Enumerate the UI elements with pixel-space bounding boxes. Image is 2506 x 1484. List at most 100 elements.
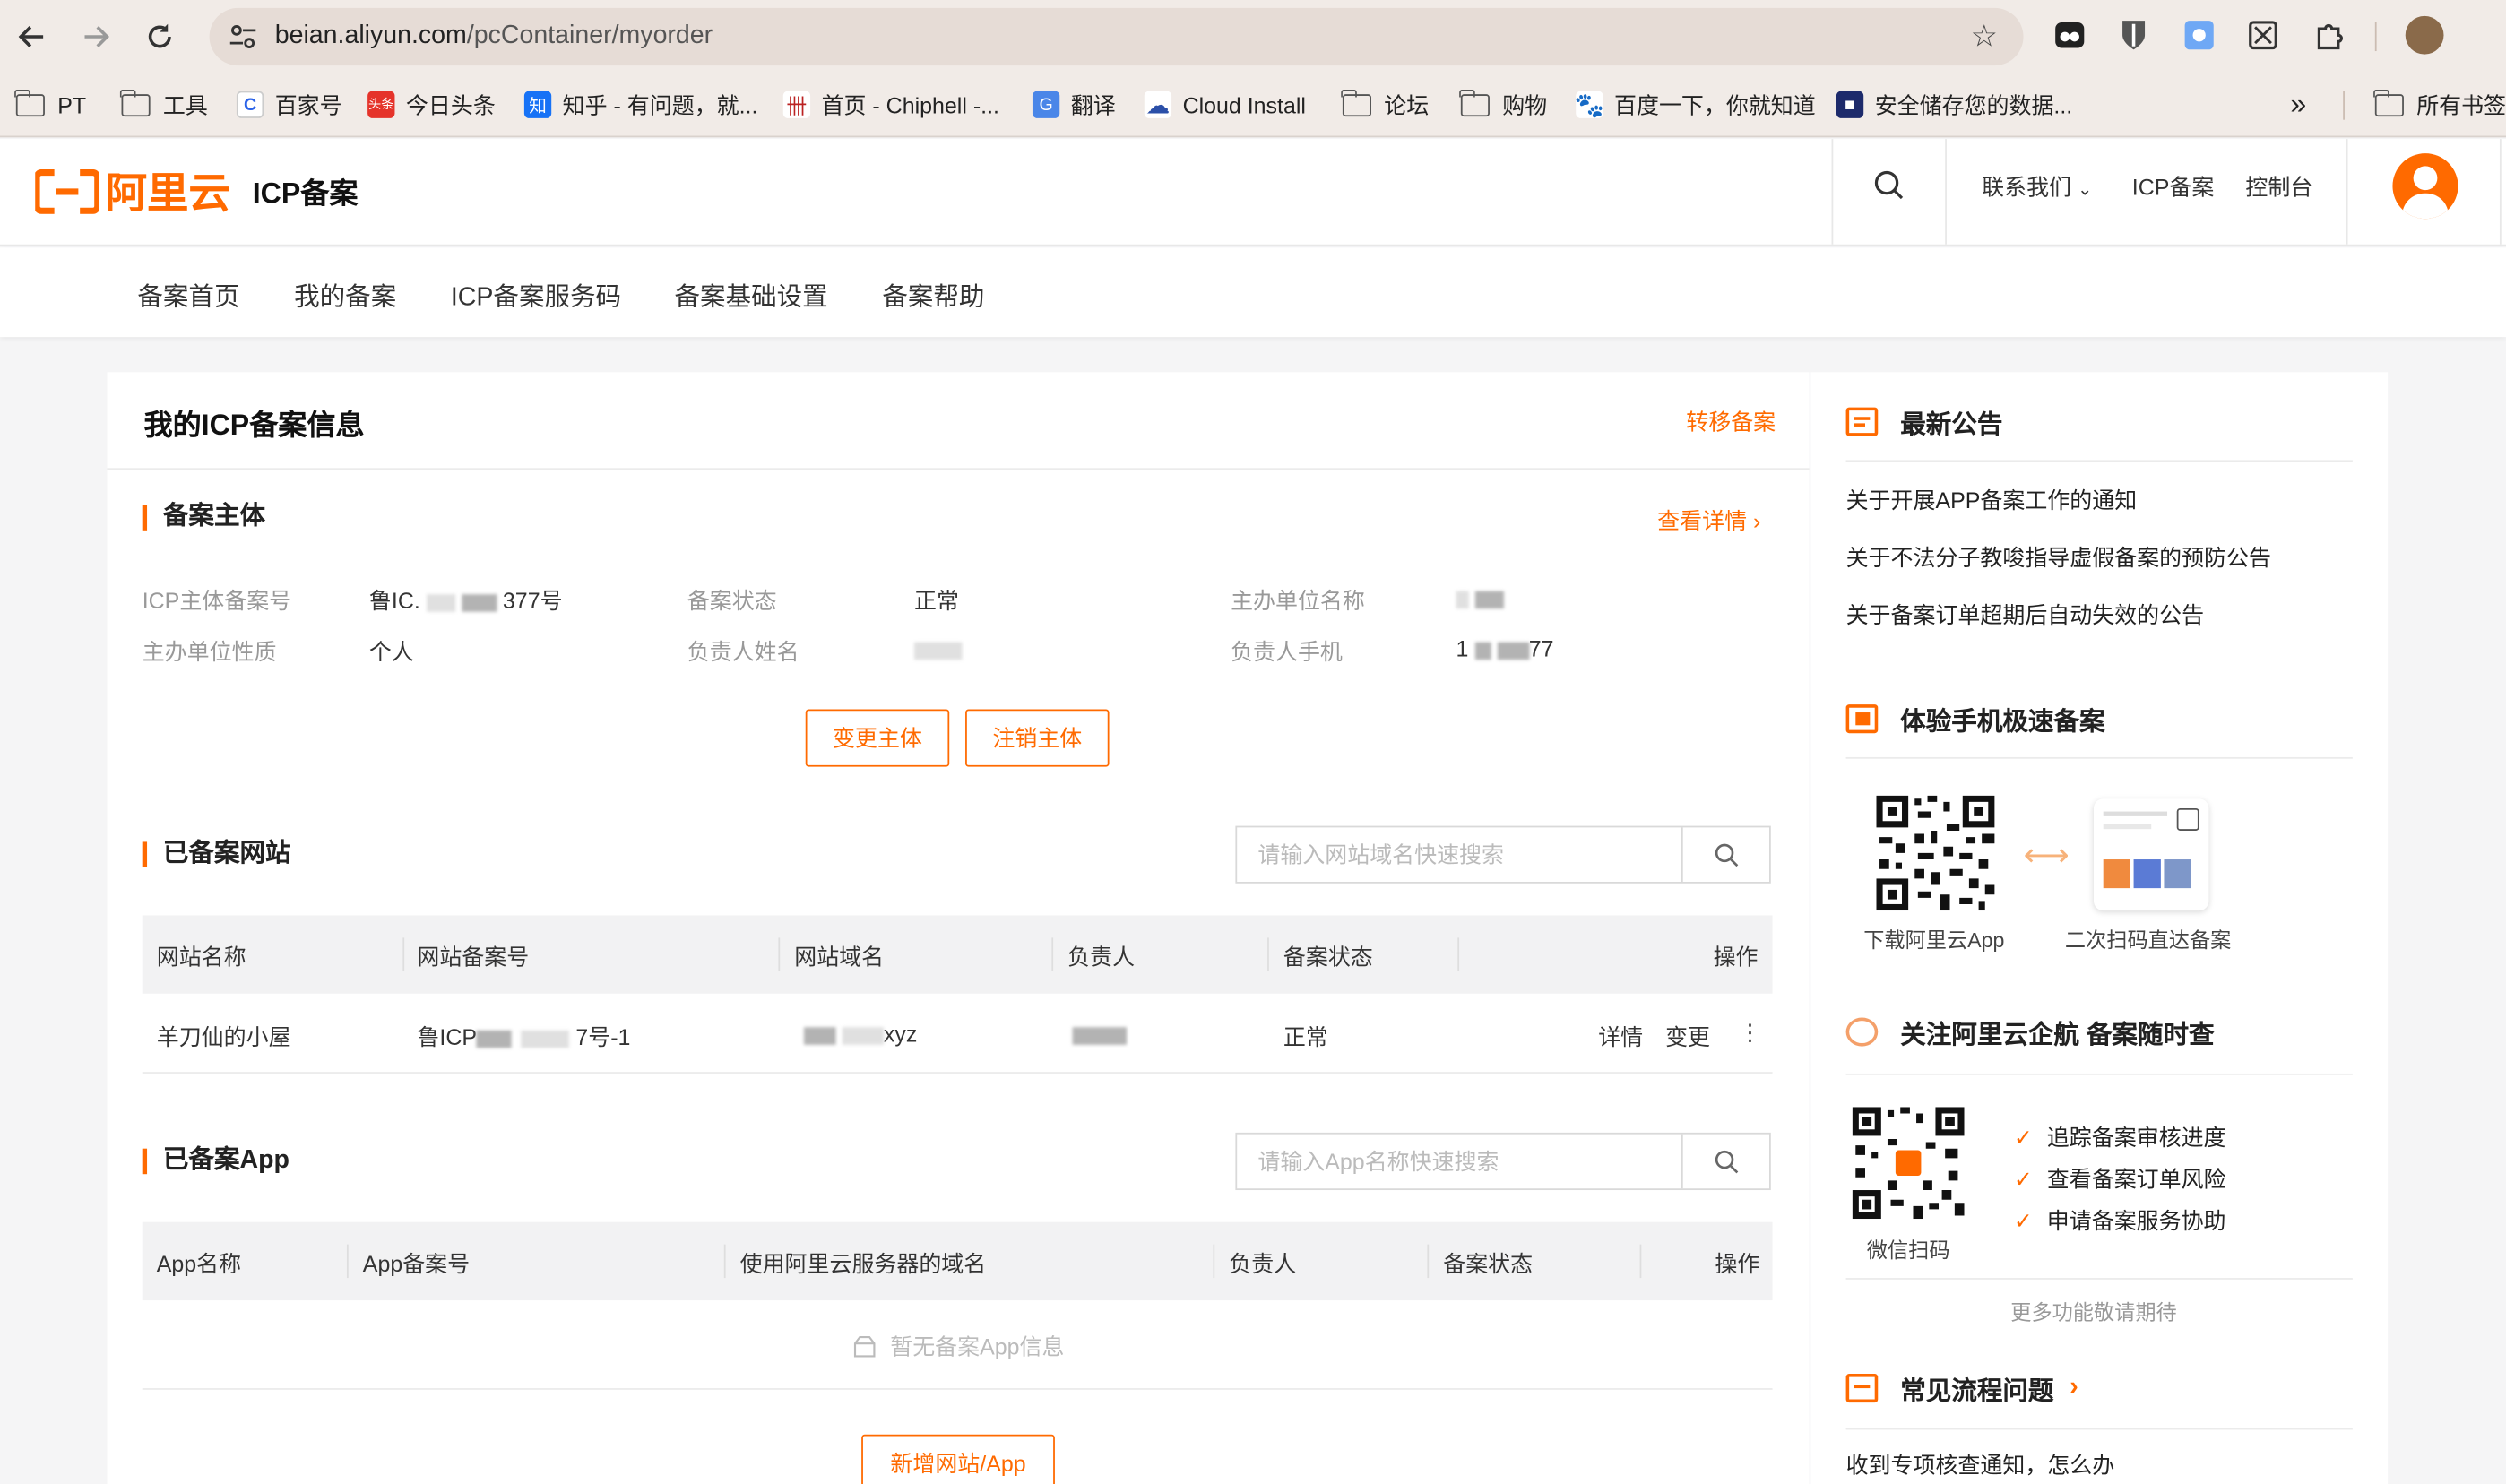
browser-toolbar: beian.aliyun.com/pcContainer/myorder ☆ [0,0,2506,73]
bookmark-item[interactable]: 工具 [108,82,220,127]
add-website-app-button[interactable]: 新增网站/App [861,1434,1055,1484]
app-search-input[interactable]: 请输入App名称快速搜索 [1237,1135,1681,1189]
view-details-link[interactable]: 查看详情 › [1657,505,1760,537]
bookmark-item[interactable]: 头条 今日头条 [355,82,508,127]
divider [1845,460,2353,462]
divider [1845,1278,2353,1280]
page-title: 我的ICP备案信息 [143,409,365,441]
bitwarden-extension-icon[interactable] [2116,18,2151,53]
tab-my-records[interactable]: 我的备案 [294,275,396,314]
website-owner-cell [1072,1021,1128,1047]
header-icp-link[interactable]: ICP备案 [2132,171,2215,203]
column-header: 负责人 [1067,944,1136,971]
website-name-cell: 羊刀仙的小屋 [156,1023,291,1050]
website-icp-cell: 鲁ICP 7号-1 [417,1023,631,1050]
bookmark-item[interactable]: ■ 安全储存您的数据... [1824,82,2086,127]
phone-preview-image [2093,798,2209,911]
bookmark-star-icon[interactable]: ☆ [1971,19,1998,56]
website-detail-link[interactable]: 详情 [1598,1021,1643,1053]
icp-number-label: ICP主体备案号 [142,587,292,614]
bookmark-label: 工具 [162,91,208,118]
bookmark-label: 今日头条 [405,91,496,118]
faq-link[interactable]: 收到专项核查通知，怎么办 [1846,1449,2115,1481]
reload-button[interactable] [128,4,192,68]
reload-icon [148,23,171,48]
bookmark-item[interactable]: 🐾 百度一下，你就知道 [1563,82,1828,127]
tab-help[interactable]: 备案帮助 [882,275,984,314]
notice-link[interactable]: 关于备案订单超期后自动失效的公告 [1846,599,2204,631]
apps-table-header: App名称 App备案号 使用阿里云服务器的域名 负责人 备案状态 操作 [142,1221,1773,1301]
user-avatar[interactable] [2392,153,2458,220]
check-icon: ✓ [2013,1207,2033,1234]
bookmark-item[interactable]: ☁ Cloud Install [1132,82,1319,127]
site-settings-icon[interactable] [225,19,260,54]
chevron-right-icon: › [2070,1374,2078,1402]
translate-extension-icon[interactable] [2182,18,2217,53]
bookmark-label: 论坛 [1384,91,1430,118]
tab-home[interactable]: 备案首页 [137,275,239,314]
icp-info-card: 我的ICP备案信息 转移备案 备案主体 查看详情 › ICP主体备案号 鲁IC.… [107,372,1810,1484]
search-icon[interactable] [1873,169,1905,210]
secondary-nav: 备案首页 我的备案 ICP备案服务码 备案基础设置 备案帮助 [0,247,2506,338]
empty-state-text: 暂无备案App信息 [890,1333,1065,1359]
chevron-right-icon: › [1752,507,1761,534]
aliyun-logo[interactable]: 阿里云 [35,161,230,220]
search-icon [1715,1150,1739,1174]
phone-value: 1 77 [1456,635,1554,661]
org-name-value [1456,584,1504,610]
notice-link[interactable]: 关于开展APP备案工作的通知 [1846,484,2138,516]
bookmark-item[interactable]: 知知乎 - 有问题，就... [512,82,771,127]
website-domain-cell: xyz [803,1021,917,1047]
column-header: 网站名称 [156,944,246,971]
bookmark-item[interactable]: C 百家号 [224,82,355,127]
website-search-input[interactable]: 请输入网站域名快速搜索 [1237,827,1681,882]
storage-icon: ■ [1836,91,1864,118]
transfer-record-link[interactable]: 转移备案 [1686,406,1776,438]
faq-title: 常见流程问题 [1900,1378,2054,1406]
forward-button[interactable] [64,4,127,68]
person-name-value [913,635,963,661]
bookmark-item[interactable]: G 翻译 [1020,82,1128,127]
websites-table-header: 网站名称 网站备案号 网站域名 负责人 备案状态 操作 [142,915,1773,994]
bookmark-item[interactable]: 论坛 [1330,82,1442,127]
divider [1845,756,2353,759]
toutiao-icon: 头条 [367,91,395,118]
translate-icon: G [1032,91,1060,118]
mobile-title: 体验手机极速备案 [1900,709,2105,737]
phone-label: 负责人手机 [1231,639,1343,665]
change-subject-button[interactable]: 变更主体 [805,709,950,767]
app-search-button[interactable] [1681,1134,1769,1189]
header-divider [1945,139,1947,245]
more-actions-icon[interactable]: ⋮ [1739,1019,1761,1046]
bookmark-item[interactable]: 购物 [1448,82,1560,127]
faq-header[interactable]: 常见流程问题 › [1845,1369,2078,1408]
cancel-subject-button[interactable]: 注销主体 [965,709,1110,767]
website-change-link[interactable]: 变更 [1665,1021,1710,1053]
extension-icon-1[interactable] [2052,18,2087,53]
back-button[interactable] [0,4,64,68]
screenshot-extension-icon[interactable] [2245,18,2280,53]
notice-link[interactable]: 关于不法分子教唆指导虚假备案的预防公告 [1846,541,2271,574]
bookmark-item[interactable]: 卌首页 - Chiphell -... [771,82,1013,127]
bookmarks-overflow-button[interactable]: » [2277,82,2319,127]
tab-basic-settings[interactable]: 备案基础设置 [675,275,828,314]
all-bookmarks-button[interactable]: 所有书签 [2363,82,2506,127]
forward-arrow-icon [84,26,109,47]
extensions-puzzle-icon[interactable] [2312,18,2346,53]
tab-service-code[interactable]: ICP备案服务码 [451,275,621,314]
divider [1845,1073,2353,1075]
divider [107,468,1810,470]
cloud-icon: ☁ [1144,91,1172,119]
header-console-link[interactable]: 控制台 [2245,171,2312,203]
bookmark-label: 购物 [1502,91,1548,118]
address-bar[interactable]: beian.aliyun.com/pcContainer/myorder ☆ [209,7,2024,66]
profile-avatar-icon[interactable] [2405,15,2444,55]
header-divider [1831,139,1834,245]
wechat-follow-icon [1845,1017,1879,1047]
website-search-button[interactable] [1681,827,1769,882]
column-header: 操作 [1713,944,1759,971]
bookmark-item[interactable]: PT [4,82,99,127]
wechat-header: 关注阿里云企航 备案随时查 [1845,1013,2215,1051]
contact-us-menu[interactable]: 联系我们 ⌄ [1982,171,2092,203]
column-header: App名称 [156,1250,242,1277]
